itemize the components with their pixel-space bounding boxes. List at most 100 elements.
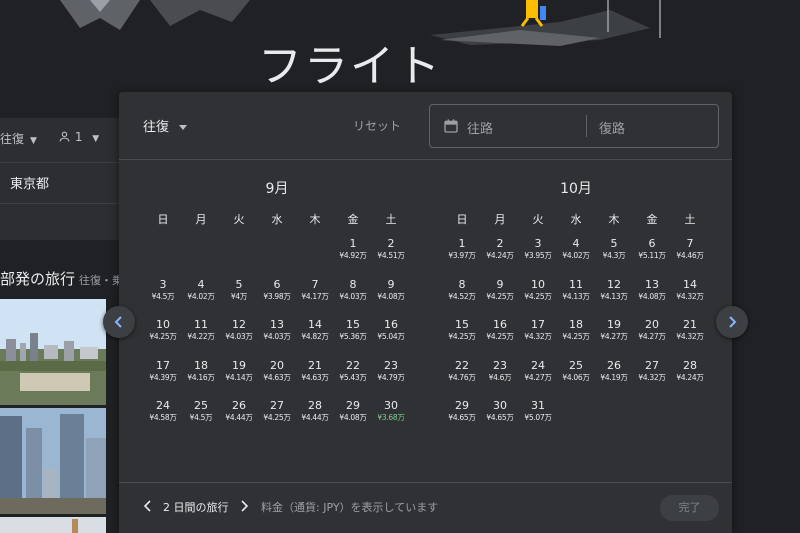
calendar-day[interactable]: 22 ¥5.43万: [334, 359, 372, 400]
calendar-day[interactable]: 22 ¥4.76万: [443, 359, 481, 400]
calendar-day[interactable]: 15 ¥5.36万: [334, 318, 372, 359]
calendar-day[interactable]: 2 ¥4.51万: [372, 237, 410, 278]
day-number: 27: [270, 399, 284, 413]
calendar-day[interactable]: 28 ¥4.44万: [296, 399, 334, 440]
calendar-day[interactable]: 6 ¥3.98万: [258, 278, 296, 319]
calendar-day[interactable]: 30 ¥3.68万: [372, 399, 410, 440]
chevron-left-icon[interactable]: [141, 499, 155, 513]
trip-type-select[interactable]: 往復: [143, 116, 188, 135]
calendar-day[interactable]: 6 ¥5.11万: [633, 237, 671, 278]
day-price: ¥4.13万: [600, 291, 628, 301]
previous-month-button[interactable]: [103, 306, 135, 338]
calendar-day[interactable]: 25 ¥4.5万: [182, 399, 220, 440]
depart-date-input[interactable]: 往路: [467, 118, 493, 137]
calendar-day[interactable]: 21 ¥4.63万: [296, 359, 334, 400]
month-calendar-0: 9月 日月火水木金土 1 ¥4.92万 2 ¥4.51万 3 ¥4.5万 4 ¥4.02万 5 ¥…: [144, 178, 410, 440]
calendar-day[interactable]: 2 ¥4.24万: [481, 237, 519, 278]
day-price: ¥4.32万: [638, 372, 666, 382]
calendar-day[interactable]: 17 ¥4.32万: [519, 318, 557, 359]
calendar-day[interactable]: 8 ¥4.03万: [334, 278, 372, 319]
day-price: ¥4.08万: [377, 291, 405, 301]
day-price: ¥4.27万: [524, 372, 552, 382]
chevron-right-icon[interactable]: [237, 499, 251, 513]
calendar-day[interactable]: 13 ¥4.08万: [633, 278, 671, 319]
day-number: 23: [493, 358, 507, 372]
destination-photo[interactable]: [0, 408, 106, 514]
calendar-day[interactable]: 29 ¥4.08万: [334, 399, 372, 440]
weekday-label: 日: [157, 213, 169, 226]
calendar-day[interactable]: 17 ¥4.39万: [144, 359, 182, 400]
calendar-day[interactable]: 31 ¥5.07万: [519, 399, 557, 440]
calendar-day[interactable]: 19 ¥4.14万: [220, 359, 258, 400]
calendar-day[interactable]: 1 ¥3.97万: [443, 237, 481, 278]
calendar-day[interactable]: 3 ¥3.95万: [519, 237, 557, 278]
background-passengers[interactable]: 1 ▼: [58, 130, 99, 144]
calendar-day[interactable]: 26 ¥4.44万: [220, 399, 258, 440]
calendar-day[interactable]: 18 ¥4.25万: [557, 318, 595, 359]
caret-down-icon: ▼: [92, 134, 100, 144]
calendar-day[interactable]: 5 ¥4万: [220, 278, 258, 319]
calendar-day[interactable]: 7 ¥4.17万: [296, 278, 334, 319]
day-number: 27: [645, 358, 659, 372]
calendar-day[interactable]: 26 ¥4.19万: [595, 359, 633, 400]
calendar-day[interactable]: 1 ¥4.92万: [334, 237, 372, 278]
day-number: 14: [683, 277, 697, 291]
calendar-day[interactable]: 10 ¥4.25万: [144, 318, 182, 359]
background-trip-type[interactable]: 往復 ▼: [0, 130, 37, 147]
calendar-day[interactable]: 12 ¥4.13万: [595, 278, 633, 319]
calendar-day[interactable]: 25 ¥4.06万: [557, 359, 595, 400]
calendar-day[interactable]: 10 ¥4.25万: [519, 278, 557, 319]
calendar-day[interactable]: 13 ¥4.03万: [258, 318, 296, 359]
day-price: ¥4.24万: [676, 372, 704, 382]
calendar-day[interactable]: 11 ¥4.13万: [557, 278, 595, 319]
calendar-day[interactable]: 24 ¥4.27万: [519, 359, 557, 400]
person-icon: [59, 131, 70, 142]
calendar-day[interactable]: 12 ¥4.03万: [220, 318, 258, 359]
day-price: ¥4万: [230, 291, 248, 301]
calendar-day[interactable]: 5 ¥4.3万: [595, 237, 633, 278]
calendar-day[interactable]: 4 ¥4.02万: [182, 278, 220, 319]
calendar-day[interactable]: 23 ¥4.79万: [372, 359, 410, 400]
day-number: 12: [232, 318, 246, 332]
calendar-day[interactable]: 3 ¥4.5万: [144, 278, 182, 319]
calendar-day[interactable]: 16 ¥5.04万: [372, 318, 410, 359]
destination-photo[interactable]: [0, 517, 106, 533]
return-date-input[interactable]: 復路: [599, 118, 625, 137]
next-month-button[interactable]: [716, 306, 748, 338]
calendar-day[interactable]: 14 ¥4.82万: [296, 318, 334, 359]
day-price: ¥4.08万: [638, 291, 666, 301]
calendar-day[interactable]: 27 ¥4.32万: [633, 359, 671, 400]
calendar-day[interactable]: 30 ¥4.65万: [481, 399, 519, 440]
calendar-day[interactable]: 20 ¥4.63万: [258, 359, 296, 400]
calendar-day[interactable]: 29 ¥4.65万: [443, 399, 481, 440]
date-separator: [586, 115, 587, 137]
calendar-day[interactable]: 9 ¥4.08万: [372, 278, 410, 319]
done-button[interactable]: 完了: [660, 495, 719, 521]
day-price: ¥5.07万: [524, 413, 552, 423]
calendar-day[interactable]: 11 ¥4.22万: [182, 318, 220, 359]
day-price: ¥5.11万: [638, 251, 666, 260]
calendar-day[interactable]: 18 ¥4.16万: [182, 359, 220, 400]
calendar-day[interactable]: 21 ¥4.32万: [671, 318, 709, 359]
day-number: 25: [194, 399, 208, 413]
background-origin-field[interactable]: 東京都: [0, 162, 122, 204]
calendar-day[interactable]: 9 ¥4.25万: [481, 278, 519, 319]
day-price: ¥5.04万: [377, 332, 405, 342]
calendar-day[interactable]: 23 ¥4.6万: [481, 359, 519, 400]
calendar-day[interactable]: 19 ¥4.27万: [595, 318, 633, 359]
date-range-field[interactable]: 往路 復路: [429, 104, 719, 148]
reset-button[interactable]: リセット: [353, 117, 401, 134]
calendar-day[interactable]: 28 ¥4.24万: [671, 359, 709, 400]
calendar-day[interactable]: 15 ¥4.25万: [443, 318, 481, 359]
calendar-day[interactable]: 24 ¥4.58万: [144, 399, 182, 440]
calendar-day[interactable]: 16 ¥4.25万: [481, 318, 519, 359]
day-number: 6: [648, 237, 656, 250]
calendar-day[interactable]: 7 ¥4.46万: [671, 237, 709, 278]
day-price: ¥4.32万: [676, 291, 704, 301]
calendar-day[interactable]: 20 ¥4.27万: [633, 318, 671, 359]
calendar-day[interactable]: 4 ¥4.02万: [557, 237, 595, 278]
calendar-day[interactable]: 14 ¥4.32万: [671, 278, 709, 319]
calendar-day[interactable]: 8 ¥4.52万: [443, 278, 481, 319]
destination-photo[interactable]: [0, 299, 106, 405]
calendar-day[interactable]: 27 ¥4.25万: [258, 399, 296, 440]
